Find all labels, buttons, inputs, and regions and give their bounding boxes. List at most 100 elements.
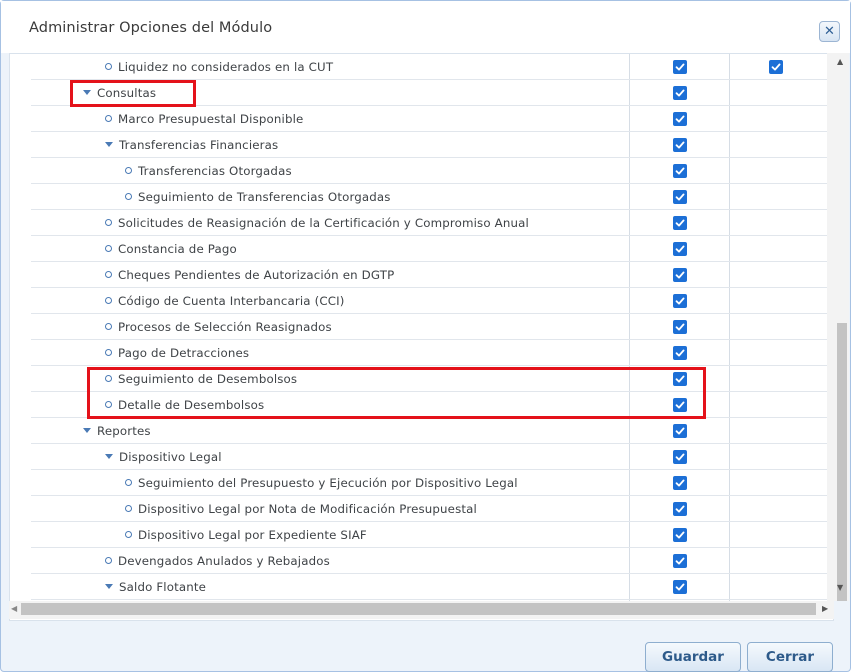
expand-arrow-icon[interactable] [105,454,113,459]
vertical-scrollbar[interactable]: ▲ ▼ [827,53,849,601]
tree-row[interactable]: Transferencias Otorgadas [31,158,828,184]
tree-row-text: Pago de Detracciones [118,346,250,360]
horizontal-scroll-thumb[interactable] [21,603,816,615]
tree-item-label[interactable]: Seguimiento de Transferencias Otorgadas [125,190,391,204]
scroll-right-icon[interactable]: ▶ [822,604,828,613]
tree-row-text: Solicitudes de Reasignación de la Certif… [118,216,529,230]
tree-row[interactable]: Saldo Flotante [31,574,828,600]
tree-row-text: Seguimiento del Presupuesto y Ejecución … [138,476,518,490]
close-button[interactable]: ✕ [819,21,840,42]
tree-row-text: Devengados Anulados y Rebajados [118,554,330,568]
expand-arrow-icon[interactable] [83,428,91,433]
bullet-icon [125,505,132,512]
tree-item-label[interactable]: Devengados Anulados y Rebajados [105,554,330,568]
tree-row-text: Procesos de Selección Reasignados [118,320,332,334]
permission-checkbox[interactable] [673,476,687,490]
save-button[interactable]: Guardar [645,642,741,672]
tree-item-label[interactable]: Código de Cuenta Interbancaria (CCI) [105,294,345,308]
tree-item-label[interactable]: Constancia de Pago [105,242,237,256]
tree-folder-label[interactable]: Reportes [83,424,151,438]
permission-checkbox[interactable] [673,190,687,204]
permission-checkbox[interactable] [673,502,687,516]
permission-checkbox[interactable] [673,164,687,178]
scroll-up-icon[interactable]: ▲ [837,57,843,66]
tree-row-text: Código de Cuenta Interbancaria (CCI) [118,294,345,308]
permission-checkbox[interactable] [673,268,687,282]
permission-checkbox[interactable] [673,60,687,74]
tree-row[interactable]: Pago de Detracciones [31,340,828,366]
tree-item-label[interactable]: Seguimiento del Presupuesto y Ejecución … [125,476,518,490]
tree-row[interactable]: Dispositivo Legal por Nota de Modificaci… [31,496,828,522]
tree-row[interactable]: Transferencias Financieras [31,132,828,158]
tree-item-label[interactable]: Dispositivo Legal por Expediente SIAF [125,528,367,542]
bullet-icon [105,323,112,330]
tree-row-text: Dispositivo Legal por Expediente SIAF [138,528,367,542]
tree-row-text: Marco Presupuestal Disponible [118,112,304,126]
tree-row-text: Saldo Flotante [119,580,207,594]
tree-row[interactable]: Seguimiento de Transferencias Otorgadas [31,184,828,210]
tree-row-text: Transferencias Otorgadas [138,164,292,178]
bullet-icon [125,193,132,200]
permission-checkbox[interactable] [673,554,687,568]
permission-checkbox[interactable] [673,346,687,360]
permission-checkbox[interactable] [673,580,687,594]
scroll-left-icon[interactable]: ◀ [11,604,17,613]
permission-checkbox[interactable] [673,138,687,152]
tree-row-text: Reportes [97,424,151,438]
tree-item-label[interactable]: Cheques Pendientes de Autorización en DG… [105,268,394,282]
tree-row[interactable]: Constancia de Pago [31,236,828,262]
permission-checkbox[interactable] [673,112,687,126]
tree-item-label[interactable]: Pago de Detracciones [105,346,249,360]
bullet-icon [105,271,112,278]
bullet-icon [125,167,132,174]
tree-folder-label[interactable]: Dispositivo Legal [105,450,222,464]
tree-row-text: Constancia de Pago [118,242,237,256]
tree-row[interactable]: Dispositivo Legal por Expediente SIAF [31,522,828,548]
permission-checkbox[interactable] [673,294,687,308]
tree-item-label[interactable]: Transferencias Otorgadas [125,164,292,178]
permission-checkbox[interactable] [673,424,687,438]
tree-row[interactable]: Cheques Pendientes de Autorización en DG… [31,262,828,288]
tree-folder-label[interactable]: Saldo Flotante [105,580,206,594]
permission-checkbox[interactable] [673,86,687,100]
bullet-icon [105,115,112,122]
bullet-icon [105,245,112,252]
permission-checkbox[interactable] [673,528,687,542]
highlight-box-consultas [70,80,196,107]
tree-item-label[interactable]: Marco Presupuestal Disponible [105,112,303,126]
tree-row[interactable]: Procesos de Selección Reasignados [31,314,828,340]
tree-row-text: Liquidez no considerados en la CUT [118,60,334,74]
tree-row-text: Dispositivo Legal [119,450,222,464]
close-icon: ✕ [824,24,835,39]
tree-item-label[interactable]: Liquidez no considerados en la CUT [105,60,333,74]
tree-row[interactable]: Solicitudes de Reasignación de la Certif… [31,210,828,236]
tree-row[interactable]: Dispositivo Legal [31,444,828,470]
permission-checkbox-2[interactable] [769,60,783,74]
tree-row-text: Cheques Pendientes de Autorización en DG… [118,268,395,282]
vertical-scroll-thumb[interactable] [837,323,847,601]
tree-item-label[interactable]: Procesos de Selección Reasignados [105,320,332,334]
tree-row[interactable]: Devengados Anulados y Rebajados [31,548,828,574]
tree-row[interactable]: Liquidez no considerados en la CUT [31,54,828,80]
permission-checkbox[interactable] [673,450,687,464]
scroll-down-icon[interactable]: ▼ [837,583,843,592]
tree-row[interactable]: Marco Presupuestal Disponible [31,106,828,132]
permission-checkbox[interactable] [673,320,687,334]
expand-arrow-icon[interactable] [105,142,113,147]
tree-item-label[interactable]: Dispositivo Legal por Nota de Modificaci… [125,502,477,516]
horizontal-scrollbar[interactable]: ◀ ▶ [9,601,834,619]
options-tree-grid: Liquidez no considerados en la CUT Consul… [9,53,834,621]
tree-row[interactable]: Reportes [31,418,828,444]
bullet-icon [105,297,112,304]
expand-arrow-icon[interactable] [105,584,113,589]
tree-item-label[interactable]: Solicitudes de Reasignación de la Certif… [105,216,529,230]
tree-row[interactable]: Código de Cuenta Interbancaria (CCI) [31,288,828,314]
permission-checkbox[interactable] [673,242,687,256]
highlight-box-desembolsos [87,367,706,419]
close-dialog-button[interactable]: Cerrar [747,642,833,672]
permission-checkbox[interactable] [673,216,687,230]
tree-row[interactable]: Seguimiento del Presupuesto y Ejecución … [31,470,828,496]
bullet-icon [125,479,132,486]
tree-folder-label[interactable]: Transferencias Financieras [105,138,278,152]
bullet-icon [105,219,112,226]
